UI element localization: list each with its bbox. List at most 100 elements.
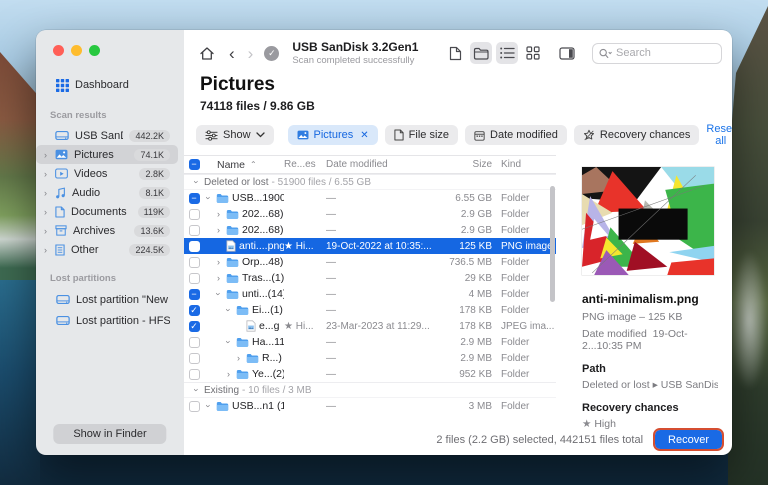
sidebar-item-documents[interactable]: › Documents 119K — [36, 202, 178, 221]
toggle-preview-panel-button[interactable] — [556, 42, 578, 64]
sidebar-item-videos[interactable]: › Videos 2.8K — [36, 164, 178, 183]
filter-chip-recovery-chances[interactable]: Recovery chances — [574, 125, 700, 145]
column-header-size[interactable]: Size — [434, 159, 492, 170]
table-row[interactable]: › Orp...48) — 736.5 MB Folder — [184, 254, 556, 270]
row-checkbox[interactable] — [189, 225, 200, 236]
kind-cell: JPEG ima... — [492, 321, 556, 332]
sidebar-item-other[interactable]: › Other 224.5K — [36, 240, 178, 259]
remove-filter-icon[interactable]: ✕ — [360, 130, 368, 141]
chevron-right-icon: › — [42, 226, 49, 236]
show-in-finder-button[interactable]: Show in Finder — [53, 424, 166, 444]
table-row[interactable]: › 202...68) — 2.9 GB Folder — [184, 206, 556, 222]
folder-view-button[interactable] — [470, 42, 492, 64]
search-field[interactable] — [592, 43, 722, 64]
collapse-icon[interactable]: › — [224, 338, 234, 347]
size-cell: 2.9 MB — [434, 353, 492, 364]
column-header-name[interactable]: Name⌃ — [204, 159, 284, 171]
row-checkbox[interactable]: − — [189, 289, 200, 300]
expand-icon[interactable]: › — [214, 273, 223, 283]
sidebar-item-lost-partition-2[interactable]: Lost partition - HFS+ — [42, 310, 178, 331]
sidebar-item-label: USB SanDisk... — [75, 130, 123, 142]
table-row[interactable]: − › USB...1900) — 6.55 GB Folder — [184, 190, 556, 206]
table-row[interactable]: − › unti...(14) — 4 MB Folder — [184, 286, 556, 302]
date-modified-cell: — — [326, 273, 434, 284]
close-window-button[interactable] — [53, 45, 64, 56]
filter-chip-file-size[interactable]: File size — [385, 125, 458, 145]
column-header-kind[interactable]: Kind — [492, 159, 556, 170]
sidebar-item-dashboard[interactable]: Dashboard — [42, 74, 178, 96]
sidebar-item-archives[interactable]: › Archives 13.6K — [36, 221, 178, 240]
collapse-icon[interactable]: › — [192, 178, 202, 187]
file-view-button[interactable] — [444, 42, 466, 64]
minimize-window-button[interactable] — [71, 45, 82, 56]
expand-icon[interactable]: › — [224, 369, 233, 379]
table-row[interactable]: ✓ › Ei...(1) — 178 KB Folder — [184, 302, 556, 318]
table-section-row[interactable]: › Deleted or lost - 51900 files / 6.55 G… — [184, 174, 556, 190]
forward-button[interactable]: › — [246, 45, 256, 62]
scan-status-icon: ✓ — [264, 46, 279, 61]
chevron-right-icon: › — [42, 169, 49, 179]
sidebar-item-audio[interactable]: › Audio 8.1K — [36, 183, 178, 202]
reset-all-button[interactable]: Reset all — [706, 123, 732, 147]
grid-view-button[interactable] — [522, 42, 544, 64]
filter-chip-date-modified[interactable]: Date modified — [465, 125, 567, 145]
column-header-date[interactable]: Date modified — [326, 159, 434, 170]
row-checkbox[interactable] — [189, 257, 200, 268]
section-detail: - 10 files / 3 MB — [242, 385, 311, 396]
row-checkbox[interactable]: ✓ — [189, 305, 200, 316]
row-checkbox[interactable] — [189, 241, 200, 252]
filter-chip-pictures[interactable]: Pictures ✕ — [288, 125, 378, 145]
table-row[interactable]: › 202...68) — 2.9 GB Folder — [184, 222, 556, 238]
date-modified-cell: — — [326, 337, 434, 348]
zoom-window-button[interactable] — [89, 45, 100, 56]
expand-icon[interactable]: › — [214, 257, 223, 267]
row-checkbox[interactable]: ✓ — [189, 321, 200, 332]
table-row[interactable]: › USB...n1 (10) — 3 MB Folder — [184, 398, 556, 414]
home-button[interactable] — [196, 42, 218, 64]
collapse-icon[interactable]: › — [204, 194, 214, 203]
row-checkbox[interactable]: − — [189, 193, 200, 204]
collapse-icon[interactable]: › — [204, 402, 214, 411]
sidebar-item-pictures[interactable]: › Pictures 74.1K — [36, 145, 178, 164]
list-view-button[interactable] — [496, 42, 518, 64]
table-row[interactable]: › Tras...(1) — 29 KB Folder — [184, 270, 556, 286]
row-checkbox[interactable] — [189, 273, 200, 284]
table-row[interactable]: ✓ e...g ★ Hi... 23-Mar-2023 at 11:29... … — [184, 318, 556, 334]
sidebar-item-lost-partition-1[interactable]: Lost partition "New V... — [42, 289, 178, 310]
collapse-icon[interactable]: › — [192, 386, 202, 395]
recover-button[interactable]: Recover — [655, 430, 722, 449]
row-checkbox[interactable] — [189, 209, 200, 220]
column-header-recovery[interactable]: Re...es — [284, 159, 326, 170]
sidebar-item-usb-sandisk[interactable]: USB SanDisk... 442.2K — [36, 126, 178, 145]
folder-icon — [236, 305, 249, 316]
table-scrollbar[interactable] — [550, 186, 555, 302]
row-checkbox[interactable] — [189, 353, 200, 364]
date-modified-cell: — — [326, 353, 434, 364]
table-row[interactable]: anti....png ★ Hi... 19-Oct-2022 at 10:35… — [184, 238, 556, 254]
row-checkbox[interactable] — [189, 401, 200, 412]
back-button[interactable]: ‹ — [227, 45, 237, 62]
search-input[interactable] — [616, 47, 715, 59]
image-file-icon — [226, 240, 236, 252]
show-filter-button[interactable]: Show — [196, 125, 274, 145]
row-checkbox[interactable] — [189, 337, 200, 348]
date-modified-cell: — — [326, 193, 434, 204]
filter-bar: Show Pictures ✕ File size Date modified … — [184, 119, 732, 155]
expand-icon[interactable]: › — [214, 225, 223, 235]
collapse-icon[interactable]: › — [224, 306, 234, 315]
size-cell: 3 MB — [434, 401, 492, 412]
row-checkbox[interactable] — [189, 369, 200, 380]
collapse-icon[interactable]: › — [214, 290, 224, 299]
section-label: Existing — [204, 385, 239, 396]
expand-icon[interactable]: › — [214, 209, 223, 219]
table-section-row[interactable]: › Existing - 10 files / 3 MB — [184, 382, 556, 398]
table-row[interactable]: › Ye...(2) — 952 KB Folder — [184, 366, 556, 382]
table-row[interactable]: › Ha...11) — 2.9 MB Folder — [184, 334, 556, 350]
table-row[interactable]: › R...) — 2.9 MB Folder — [184, 350, 556, 366]
select-all-checkbox[interactable]: − — [189, 159, 200, 170]
videos-icon — [55, 168, 68, 179]
file-name: R...) — [262, 352, 282, 364]
image-file-icon — [246, 320, 256, 332]
expand-icon[interactable]: › — [234, 353, 243, 363]
chevron-right-icon: › — [42, 207, 49, 217]
